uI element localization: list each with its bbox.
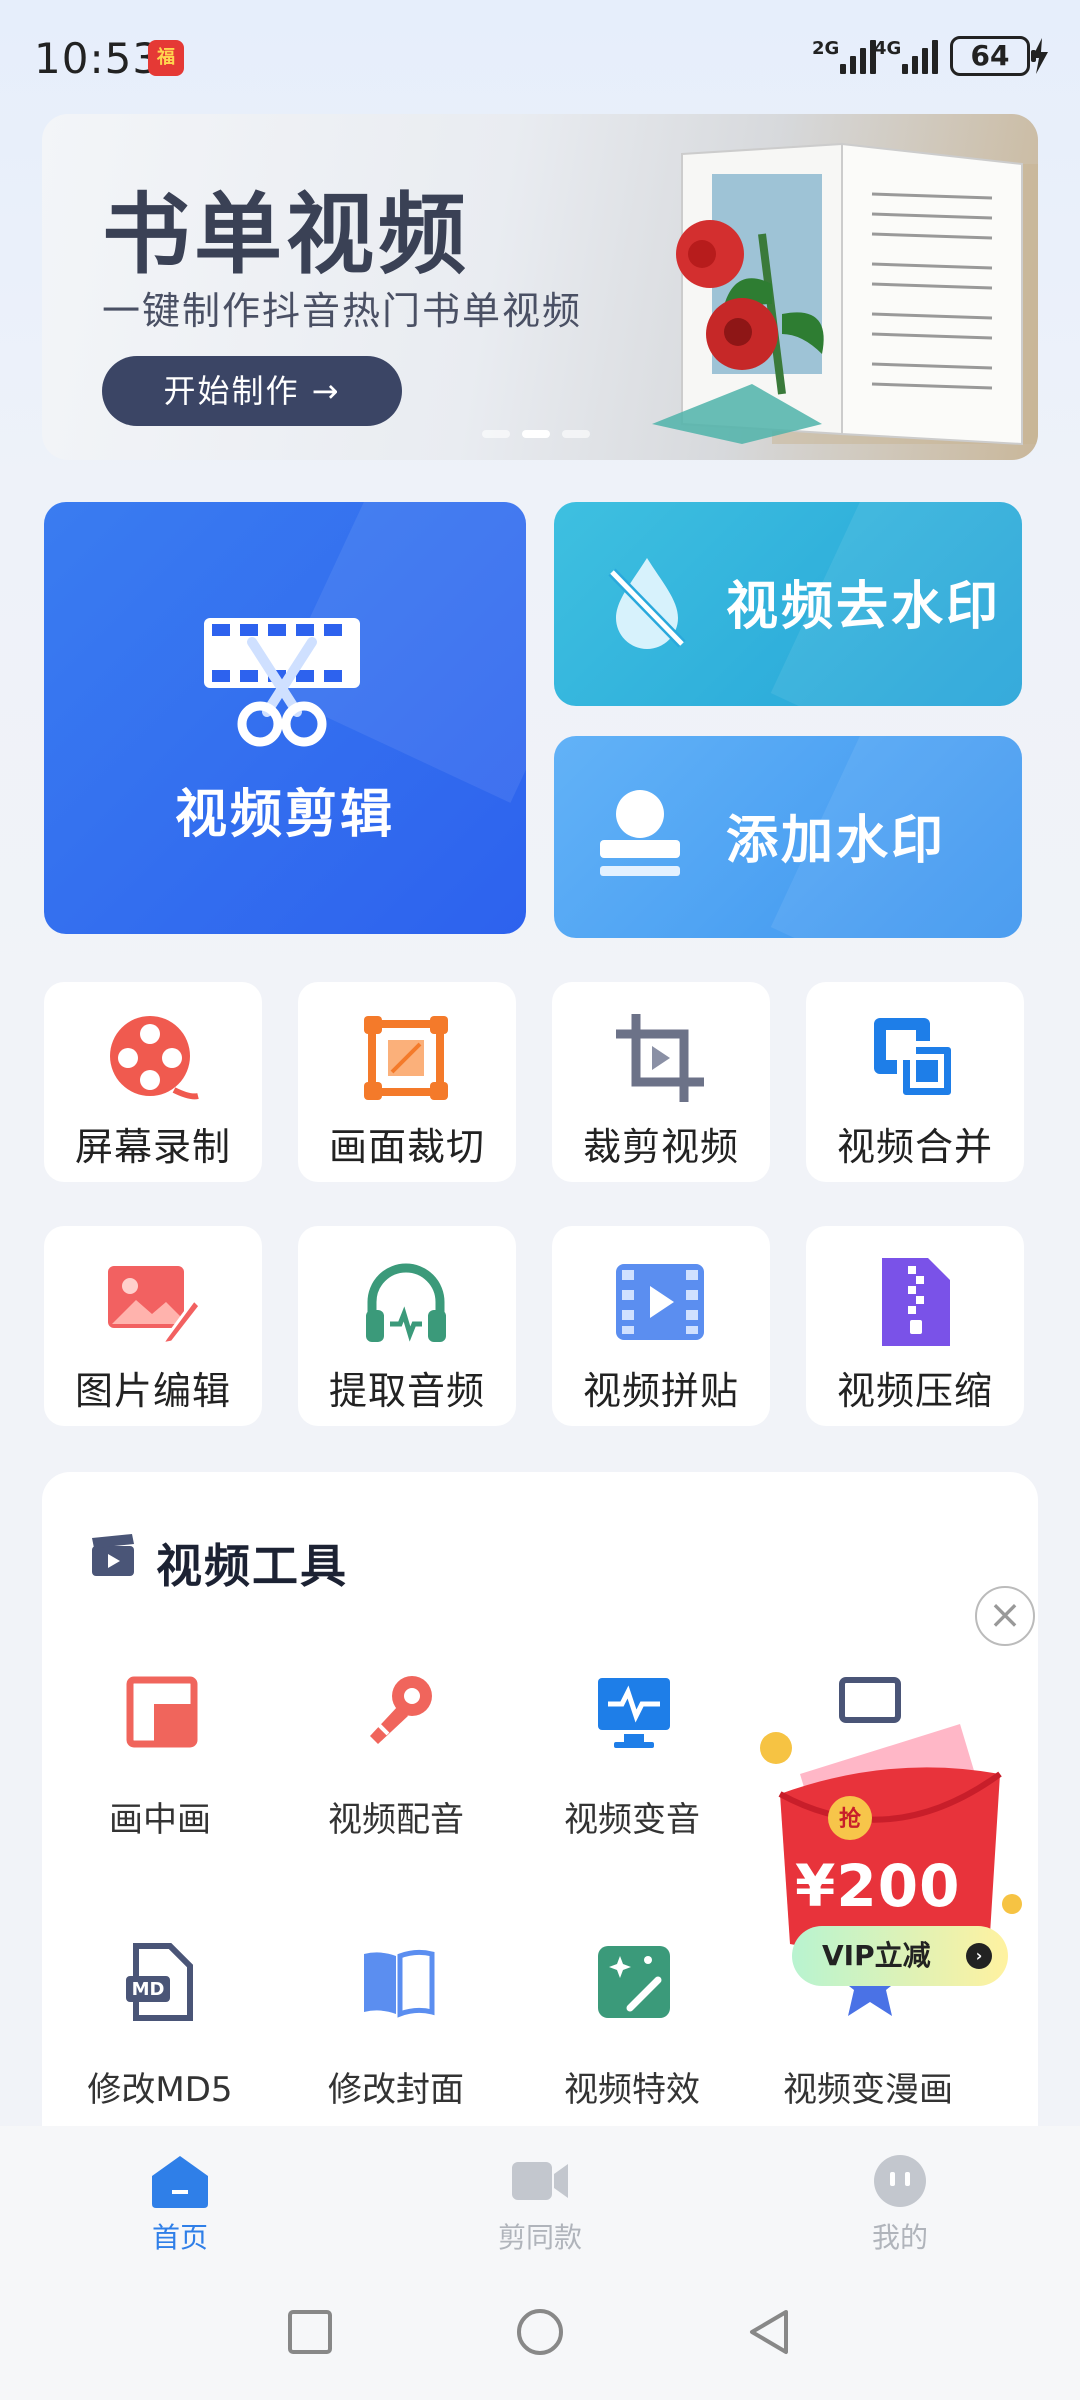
picture-in-picture-icon bbox=[126, 1676, 198, 1748]
image-edit-icon bbox=[108, 1266, 200, 1347]
md5-file-icon: MD bbox=[126, 1943, 193, 2021]
crop-video-card[interactable]: 裁剪视频 bbox=[552, 982, 770, 1182]
add-watermark-tile[interactable]: 添加水印 bbox=[554, 736, 1022, 938]
home-circle-icon[interactable] bbox=[514, 2306, 566, 2358]
promo-badge: 抢 bbox=[839, 1806, 862, 1832]
extract-audio-label: 提取音频 bbox=[328, 1369, 485, 1413]
video-collage-card[interactable]: 视频拼贴 bbox=[552, 1226, 770, 1426]
banner-page-indicator bbox=[482, 430, 590, 438]
video-effects-label: 视频特效 bbox=[564, 2070, 700, 2110]
video-dubbing-tool[interactable]: 视频配音 bbox=[278, 1672, 514, 1912]
tab-templates[interactable]: 剪同款 bbox=[440, 2154, 640, 2256]
signal-4g-icon bbox=[902, 38, 938, 74]
microphone-icon bbox=[370, 1676, 432, 1744]
recents-square-icon[interactable] bbox=[284, 2306, 336, 2358]
tab-home[interactable]: 首页 bbox=[80, 2154, 280, 2256]
no-watermark-drop-icon bbox=[608, 558, 686, 649]
signal-2g-icon bbox=[840, 38, 876, 74]
tool-grid-row-1: 屏幕录制 画面裁切 裁剪视频 视频合并 bbox=[44, 982, 1024, 1182]
video-compress-icon bbox=[882, 1258, 950, 1346]
remove-watermark-tile[interactable]: 视频去水印 bbox=[554, 502, 1022, 706]
system-navigation-bar bbox=[0, 2266, 1080, 2400]
video-effects-tool[interactable]: 视频特效 bbox=[514, 1942, 750, 2132]
video-tools-title: 视频工具 bbox=[156, 1539, 348, 1593]
banner-subtitle: 一键制作抖音热门书单视频 bbox=[102, 289, 583, 333]
back-triangle-icon[interactable] bbox=[744, 2306, 796, 2358]
remove-watermark-label: 视频去水印 bbox=[726, 577, 1002, 637]
screen-record-label: 屏幕录制 bbox=[74, 1125, 231, 1169]
svg-text:MD: MD bbox=[132, 1979, 165, 2000]
voice-change-tool[interactable]: 视频变音 bbox=[514, 1672, 750, 1912]
banner-title: 书单视频 bbox=[102, 183, 471, 286]
video-edit-tile[interactable]: 视频剪辑 bbox=[44, 502, 526, 934]
video-camera-icon bbox=[512, 2162, 568, 2200]
modify-md5-tool[interactable]: MD 修改MD5 bbox=[42, 1942, 278, 2132]
extract-audio-card[interactable]: 提取音频 bbox=[298, 1226, 516, 1426]
crop-video-icon bbox=[616, 1014, 704, 1102]
tab-home-label: 首页 bbox=[151, 2221, 208, 2254]
arrow-right-icon: › bbox=[966, 1943, 992, 1969]
promo-price: ¥200 bbox=[795, 1852, 961, 1920]
image-edit-card[interactable]: 图片编辑 bbox=[44, 1226, 262, 1426]
start-create-button[interactable]: 开始制作 → bbox=[102, 356, 402, 426]
extract-audio-icon bbox=[366, 1263, 446, 1342]
video-collage-icon bbox=[616, 1264, 704, 1340]
close-promo-button[interactable]: × bbox=[975, 1586, 1035, 1646]
profile-face-icon bbox=[874, 2155, 926, 2207]
stamp-icon bbox=[600, 790, 680, 876]
video-to-comic-label: 视频变漫画 bbox=[783, 2070, 953, 2110]
vip-discount-label: VIP立减 bbox=[822, 1939, 931, 1972]
merge-video-label: 视频合并 bbox=[836, 1125, 993, 1169]
screen-record-icon bbox=[110, 1016, 199, 1100]
voice-change-icon bbox=[598, 1678, 670, 1748]
notification-app-icon: 福 bbox=[148, 40, 184, 76]
status-bar: 10:53 福 2G 4G 64 bbox=[0, 0, 1080, 110]
frame-crop-card[interactable]: 画面裁切 bbox=[298, 982, 516, 1182]
image-edit-label: 图片编辑 bbox=[74, 1369, 231, 1413]
book-flower-illustration bbox=[652, 142, 1038, 446]
frame-crop-icon bbox=[364, 1016, 448, 1100]
modify-cover-label: 修改封面 bbox=[328, 2070, 464, 2110]
modify-cover-tool[interactable]: 修改封面 bbox=[278, 1942, 514, 2132]
screen-record-card[interactable]: 屏幕录制 bbox=[44, 982, 262, 1182]
add-watermark-label: 添加水印 bbox=[726, 811, 947, 871]
battery-level: 64 bbox=[950, 36, 1036, 76]
voice-change-label: 视频变音 bbox=[564, 1800, 700, 1840]
network-4g-label: 4G bbox=[874, 38, 902, 59]
tool-grid-row-2: 图片编辑 提取音频 视频拼贴 视频压缩 bbox=[44, 1226, 1024, 1426]
promo-banner[interactable]: 书单视频 一键制作抖音热门书单视频 开始制作 → bbox=[42, 114, 1038, 460]
bottom-tab-bar: 首页 剪同款 我的 bbox=[0, 2126, 1080, 2266]
tab-mine-label: 我的 bbox=[871, 2221, 928, 2254]
home-icon bbox=[152, 2156, 208, 2208]
video-collage-label: 视频拼贴 bbox=[582, 1369, 739, 1413]
merge-video-icon bbox=[874, 1018, 957, 1101]
charging-bolt-icon bbox=[1032, 38, 1048, 74]
video-dubbing-label: 视频配音 bbox=[328, 1800, 464, 1840]
tab-templates-label: 剪同款 bbox=[497, 2221, 582, 2254]
film-scissors-icon bbox=[204, 618, 360, 747]
frame-crop-label: 画面裁切 bbox=[328, 1125, 485, 1169]
picture-in-picture-label: 画中画 bbox=[109, 1800, 211, 1840]
video-edit-label: 视频剪辑 bbox=[174, 785, 395, 845]
merge-video-card[interactable]: 视频合并 bbox=[806, 982, 1024, 1182]
tab-mine[interactable]: 我的 bbox=[800, 2154, 1000, 2256]
clapperboard-icon bbox=[92, 1534, 134, 1576]
cover-book-icon bbox=[364, 1949, 435, 2018]
effects-icon bbox=[598, 1946, 670, 2018]
modify-md5-label: 修改MD5 bbox=[87, 2070, 233, 2110]
clock: 10:53 bbox=[34, 34, 161, 83]
video-compress-card[interactable]: 视频压缩 bbox=[806, 1226, 1024, 1426]
network-2g-label: 2G bbox=[812, 38, 840, 59]
video-compress-label: 视频压缩 bbox=[836, 1369, 993, 1413]
crop-video-label: 裁剪视频 bbox=[582, 1125, 739, 1169]
vip-discount-button[interactable]: VIP立减 › bbox=[792, 1926, 1008, 1986]
picture-in-picture-tool[interactable]: 画中画 bbox=[42, 1672, 278, 1912]
